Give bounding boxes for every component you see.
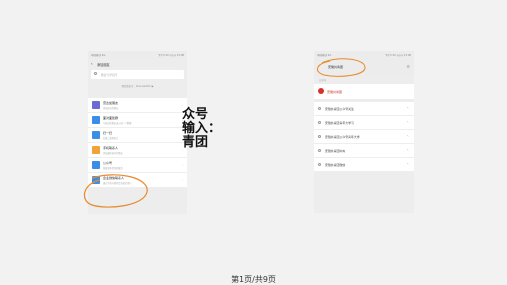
search-icon	[318, 121, 321, 124]
left-phone-screenshot: 中国移动 4G 下午5:32 ◎◎◎ 13:08 ‹ 添加朋友 微信号/手机号 …	[88, 51, 187, 214]
search-query[interactable]: 安徽共青团	[328, 65, 343, 69]
search-icon	[318, 149, 321, 152]
search-icon	[94, 72, 97, 75]
menu-item[interactable]: 企业微信联系人通过手机号搜索企业微信用户 ›	[88, 173, 187, 188]
menu-item[interactable]: 雷达加朋友 添加身边的朋友 ›	[88, 98, 187, 113]
fill-arrow-icon[interactable]: ↖	[406, 162, 409, 166]
chevron-right-icon: ›	[181, 178, 183, 182]
suggestion-text: 安徽共青团公众号关注	[325, 107, 354, 111]
fill-arrow-icon[interactable]: ↖	[406, 106, 409, 110]
back-arrow-icon[interactable]: ‹	[318, 63, 320, 68]
menu-item-subtitle: 通过手机号搜索企业微信用户	[103, 182, 132, 185]
account-logo-icon	[318, 88, 324, 94]
chevron-right-icon: ›	[181, 163, 183, 167]
menu-item-icon	[92, 101, 100, 109]
menu-item[interactable]: 手机联系人 添加通讯录中的朋友 ›	[88, 143, 187, 158]
menu-item-icon	[92, 146, 100, 154]
suggestion-list: 安徽共青团公众号关注 ↖ 安徽共青团青年大学习 ↖ 安徽共青团公众号青年大学 ↖ 安徽共青团…	[314, 102, 414, 172]
add-friend-menu: 雷达加朋友添加身边的朋友 › 面对面建群与身边的朋友进入同一个群聊 › 扫一扫扫描二维码…	[88, 98, 187, 188]
status-time: 下午5:32 ◎◎◎ 13:08	[158, 54, 184, 57]
menu-item-icon	[92, 116, 100, 124]
search-placeholder: 微信号/手机号	[101, 74, 118, 77]
slide-instruction-text: 众号 输入： 青团	[182, 108, 221, 150]
account-result[interactable]: 安徽共青团	[314, 84, 414, 99]
right-phone-screenshot: 中国移动 4G 下午5:32 ◎◎◎ 13:08 ‹ 安徽共青团 ⚙ 公众号 安…	[314, 51, 414, 213]
result-section-label: 公众号	[319, 79, 327, 82]
menu-item[interactable]: 公众号获取更多资讯和服务 ›	[88, 158, 187, 173]
search-bar[interactable]: ‹ 安徽共青团 ⚙	[314, 59, 414, 76]
menu-item-subtitle: 与身边的朋友进入同一个群聊	[103, 122, 132, 125]
menu-item-title: 扫一扫	[103, 131, 113, 135]
suggestion-text: 安徽共青团微信	[325, 163, 346, 167]
suggestion-item[interactable]: 安徽共青团微信 ↖	[314, 158, 414, 172]
menu-item-icon	[92, 161, 100, 169]
search-input[interactable]: 微信号/手机号	[91, 70, 184, 79]
instruction-line-2: 输入：	[182, 121, 222, 136]
menu-item-title: 手机联系人	[103, 146, 119, 150]
fill-arrow-icon[interactable]: ↖	[406, 148, 409, 152]
page-title: 添加朋友	[97, 63, 110, 67]
page-indicator: 第1页/共9页	[231, 275, 276, 284]
account-name: 安徽共青团	[327, 90, 343, 94]
menu-item-subtitle: 扫描二维码名片	[103, 137, 119, 140]
suggestion-item[interactable]: 安徽共青团公众号青年大学 ↖	[314, 130, 414, 144]
instruction-line-3: 青团	[182, 135, 209, 150]
suggestion-item[interactable]: 安徽共青团公众号关注 ↖	[314, 102, 414, 116]
menu-item-subtitle: 添加通讯录中的朋友	[103, 152, 123, 155]
suggestion-text: 安徽共青团公众号青年大学	[325, 135, 360, 139]
instruction-line-1: 众号	[182, 107, 209, 122]
status-carrier: 中国移动 4G	[317, 54, 332, 57]
search-icon	[318, 163, 321, 166]
search-icon	[318, 135, 321, 138]
menu-item-title: 面对面建群	[103, 116, 119, 120]
suggestion-item[interactable]: 安徽共青团中央 ↖	[314, 144, 414, 158]
suggestion-item[interactable]: 安徽共青团青年大学习 ↖	[314, 116, 414, 130]
nav-bar: ‹ 添加朋友	[88, 59, 187, 68]
menu-item-title: 雷达加朋友	[103, 101, 119, 105]
back-arrow-icon[interactable]: ‹	[91, 61, 93, 66]
menu-item-subtitle: 添加身边的朋友	[103, 107, 119, 110]
menu-item-icon	[92, 131, 100, 139]
menu-item-subtitle: 获取更多资讯和服务	[103, 167, 123, 170]
menu-item[interactable]: 扫一扫 扫描二维码名片 ›	[88, 128, 187, 143]
suggestion-text: 安徽共青团中央	[325, 149, 346, 153]
menu-item-icon	[92, 176, 100, 184]
status-bar: 中国移动 4G 下午5:32 ◎◎◎ 13:08	[314, 51, 414, 59]
gear-icon[interactable]: ⚙	[406, 64, 410, 69]
menu-item[interactable]: 面对面建群 与身边的朋友进入同一个群聊 ›	[88, 113, 187, 128]
my-wechat-id: 我的微信号：bhanwei000 ▣	[121, 85, 154, 88]
search-icon	[318, 107, 321, 110]
status-time: 下午5:32 ◎◎◎ 13:08	[385, 54, 411, 57]
suggestion-text: 安徽共青团青年大学习	[325, 121, 354, 125]
status-bar: 中国移动 4G 下午5:32 ◎◎◎ 13:08	[88, 51, 187, 59]
fill-arrow-icon[interactable]: ↖	[406, 120, 409, 124]
menu-item-title: 公众号	[103, 161, 113, 165]
menu-item-title: 企业微信联系人	[103, 176, 125, 180]
status-carrier: 中国移动 4G	[91, 54, 106, 57]
fill-arrow-icon[interactable]: ↖	[406, 134, 409, 138]
